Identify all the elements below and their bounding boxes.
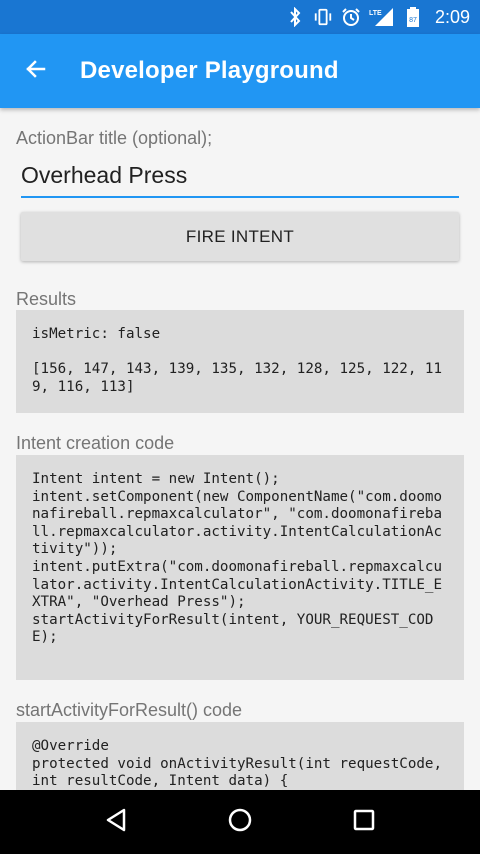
nav-home-button[interactable] <box>210 792 270 852</box>
back-triangle-icon <box>103 807 129 838</box>
navigation-bar <box>0 790 480 854</box>
status-time: 2:09 <box>434 6 470 27</box>
bluetooth-icon <box>285 7 305 27</box>
status-bar: LTE 87 2:09 <box>0 0 480 34</box>
page-title: Developer Playground <box>80 57 339 84</box>
nav-back-button[interactable] <box>86 792 146 852</box>
svg-text:LTE: LTE <box>369 10 382 17</box>
results-label: Results <box>16 289 77 309</box>
lte-signal-icon: LTE <box>369 7 395 27</box>
arrow-back-icon <box>24 57 48 86</box>
recents-square-icon <box>352 808 376 837</box>
vibrate-icon <box>313 7 333 27</box>
result-code-label: startActivityForResult() code <box>16 700 243 720</box>
home-circle-icon <box>227 807 253 838</box>
nav-recents-button[interactable] <box>334 792 394 852</box>
actionbar-title-label: ActionBar title (optional); <box>16 128 213 148</box>
app-bar: Developer Playground <box>0 34 480 108</box>
main-content[interactable]: ActionBar title (optional); FIRE INTENT … <box>0 108 480 790</box>
intent-code-label: Intent creation code <box>16 433 175 453</box>
intent-code-block: Intent intent = new Intent(); intent.set… <box>16 455 464 680</box>
fire-intent-button[interactable]: FIRE INTENT <box>21 212 459 261</box>
result-code-block: @Override protected void onActivityResul… <box>16 722 464 790</box>
back-button[interactable] <box>0 34 72 108</box>
alarm-icon <box>341 7 361 27</box>
svg-text:87: 87 <box>409 17 417 24</box>
results-output: isMetric: false [156, 147, 143, 139, 135… <box>16 310 464 413</box>
battery-icon: 87 <box>403 7 423 27</box>
actionbar-title-input[interactable] <box>21 154 459 198</box>
